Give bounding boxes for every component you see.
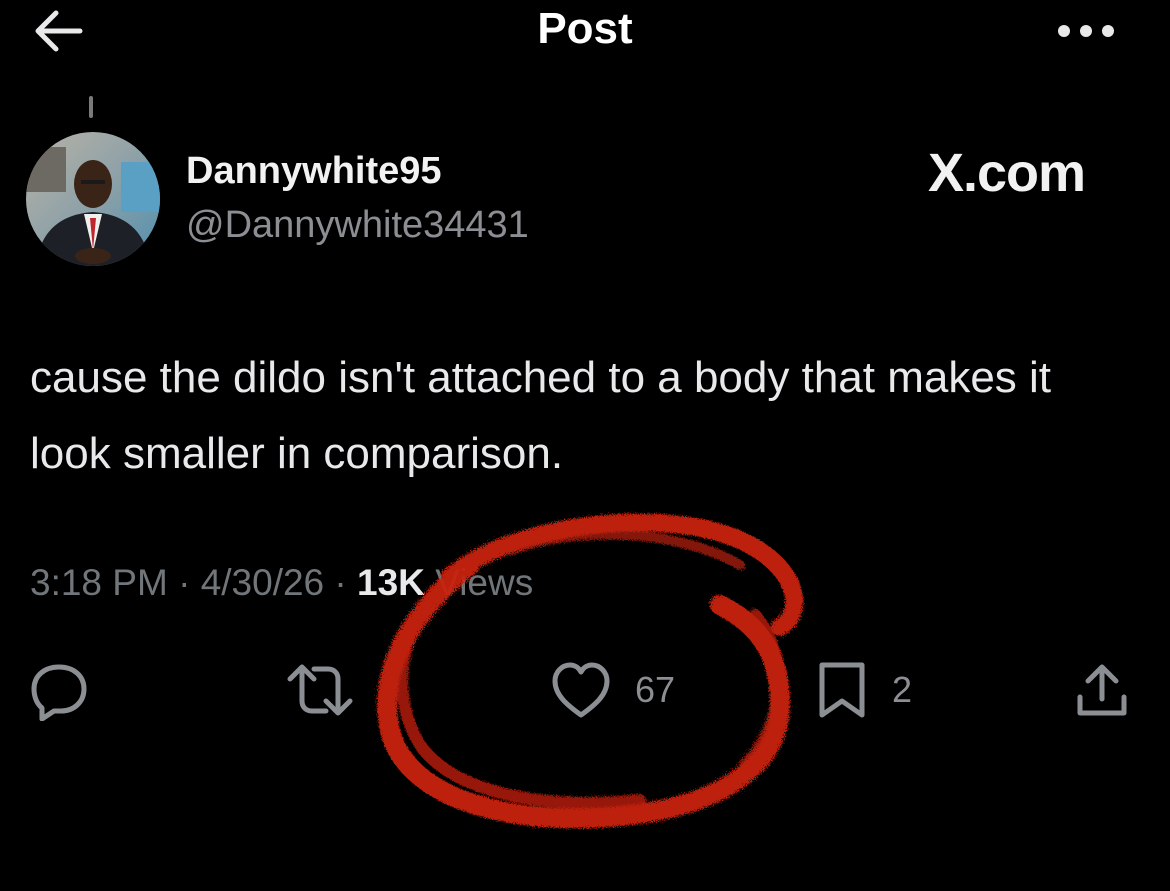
heart-icon (552, 662, 610, 718)
avatar[interactable] (26, 132, 160, 266)
post-text: cause the dildo isn't attached to a body… (30, 353, 1052, 478)
reply-icon (31, 664, 87, 721)
bookmark-button[interactable]: 2 (814, 655, 912, 725)
author-display-name[interactable]: Dannywhite95 (186, 150, 442, 193)
bookmark-icon (819, 662, 865, 718)
like-button[interactable]: 67 (549, 655, 675, 725)
post-date: 4/30/26 (200, 562, 325, 603)
meta-separator: · (178, 562, 201, 603)
arrow-left-icon (35, 10, 83, 52)
action-bar: 67 2 (0, 655, 1170, 725)
thread-connector-line (89, 96, 93, 118)
post-meta: 3:18 PM · 4/30/26 · 13K Views (30, 562, 533, 604)
more-options-button[interactable] (1054, 16, 1118, 46)
more-dots-icon (1058, 25, 1114, 37)
views-label: Views (435, 562, 534, 603)
top-bar: Post (0, 0, 1170, 70)
reply-button[interactable] (28, 655, 90, 725)
avatar-photo (26, 132, 160, 266)
like-count: 67 (635, 669, 676, 710)
post-time: 3:18 PM (30, 562, 168, 603)
repost-button[interactable] (284, 655, 356, 725)
page-title: Post (537, 4, 633, 53)
x-com-watermark: X.com (928, 143, 1086, 203)
repost-icon (287, 664, 353, 716)
share-button[interactable] (1072, 655, 1132, 725)
meta-separator: · (334, 562, 358, 603)
views-count[interactable]: 13K (357, 562, 425, 603)
author-handle[interactable]: @Dannywhite34431 (186, 204, 529, 247)
bookmark-count: 2 (892, 669, 913, 710)
share-icon (1077, 664, 1127, 716)
back-button[interactable] (30, 6, 90, 56)
